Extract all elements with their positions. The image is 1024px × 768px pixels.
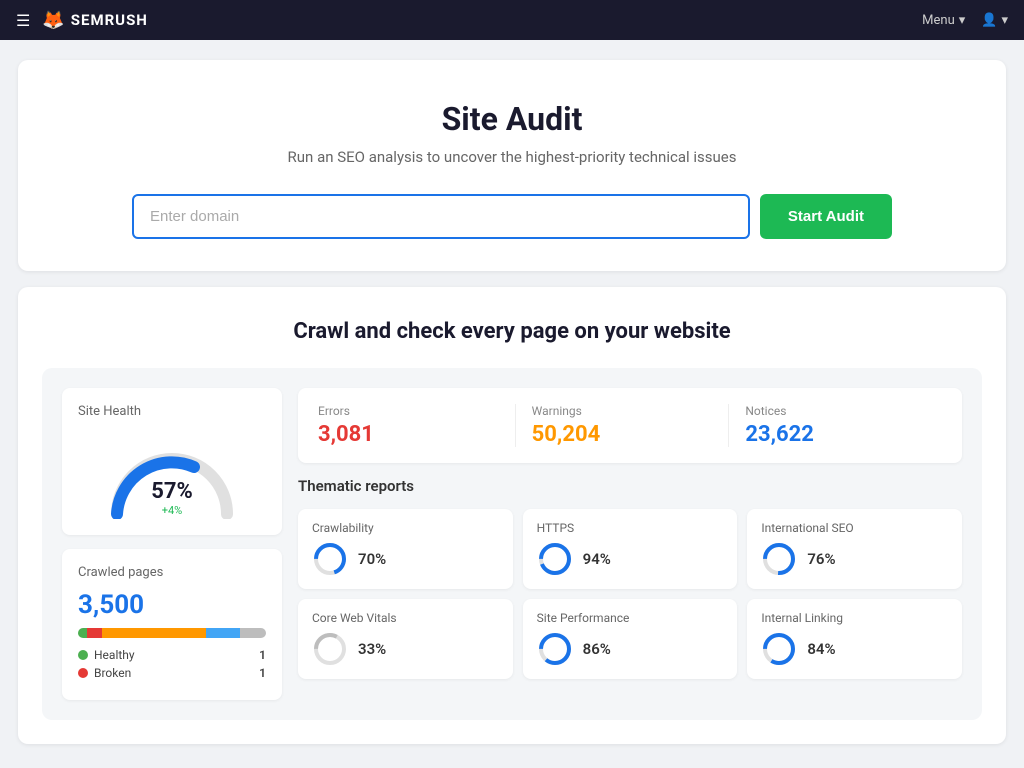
- report-percent: 94%: [583, 550, 611, 568]
- navbar-left: ☰ 🦊 SEMRUSH: [16, 10, 148, 31]
- right-column: Errors 3,081 Warnings 50,204 Notices 23,…: [298, 388, 962, 700]
- site-health-label: Site Health: [78, 404, 266, 419]
- gauge-change: +4%: [151, 504, 193, 517]
- legend-healthy-count: 1: [259, 648, 266, 662]
- report-bottom: 70%: [312, 541, 499, 577]
- report-percent: 70%: [358, 550, 386, 568]
- gauge-text: 57% +4%: [151, 479, 193, 517]
- pb-green: [78, 628, 87, 638]
- gauge-container: 57% +4%: [78, 429, 266, 519]
- report-bottom: 84%: [761, 631, 948, 667]
- crawled-card: Crawled pages 3,500 Healthy 1: [62, 549, 282, 700]
- hamburger-icon[interactable]: ☰: [16, 11, 30, 30]
- report-title: Internal Linking: [761, 611, 948, 625]
- legend-dot-broken: [78, 668, 88, 678]
- report-card: Crawlability 70%: [298, 509, 513, 589]
- report-card: Internal Linking 84%: [747, 599, 962, 679]
- progress-bar: [78, 628, 266, 638]
- user-menu-button[interactable]: 👤 ▾: [981, 13, 1008, 28]
- thematic-reports-label: Thematic reports: [298, 477, 962, 495]
- bottom-card: Crawl and check every page on your websi…: [18, 287, 1006, 744]
- notices-label: Notices: [745, 404, 926, 418]
- menu-button[interactable]: Menu ▾: [922, 13, 965, 28]
- navbar-right: Menu ▾ 👤 ▾: [922, 13, 1008, 28]
- logo-icon: 🦊: [42, 10, 64, 31]
- top-card: Site Audit Run an SEO analysis to uncove…: [18, 60, 1006, 271]
- errors-row: Errors 3,081 Warnings 50,204 Notices 23,…: [298, 388, 962, 463]
- user-icon: 👤: [981, 13, 997, 28]
- crawled-count: 3,500: [78, 590, 266, 620]
- reports-grid: Crawlability 70% HTTPS 94% International…: [298, 509, 962, 679]
- donut-chart: [761, 541, 797, 577]
- report-title: Crawlability: [312, 521, 499, 535]
- donut-chart: [312, 541, 348, 577]
- report-card: HTTPS 94%: [523, 509, 738, 589]
- report-title: Core Web Vitals: [312, 611, 499, 625]
- main-content: Site Audit Run an SEO analysis to uncove…: [0, 40, 1024, 764]
- report-card: Core Web Vitals 33%: [298, 599, 513, 679]
- legend-broken-label: Broken: [94, 666, 131, 680]
- report-title: HTTPS: [537, 521, 724, 535]
- pb-orange: [102, 628, 205, 638]
- page-subtitle: Run an SEO analysis to uncover the highe…: [42, 148, 982, 166]
- pb-gray: [240, 628, 266, 638]
- warnings-value: 50,204: [532, 422, 713, 447]
- report-percent: 33%: [358, 640, 386, 658]
- pb-red: [87, 628, 102, 638]
- start-audit-button[interactable]: Start Audit: [760, 194, 892, 239]
- logo: 🦊 SEMRUSH: [42, 10, 148, 31]
- legend-dot-healthy: [78, 650, 88, 660]
- legend-healthy-label: Healthy: [94, 648, 135, 662]
- user-chevron-icon: ▾: [1001, 13, 1008, 28]
- report-card: International SEO 76%: [747, 509, 962, 589]
- donut-chart: [761, 631, 797, 667]
- notices-value: 23,622: [745, 422, 926, 447]
- legend-broken: Broken 1: [78, 666, 266, 680]
- pb-blue: [206, 628, 240, 638]
- donut-chart: [537, 541, 573, 577]
- errors-value: 3,081: [318, 422, 499, 447]
- report-bottom: 86%: [537, 631, 724, 667]
- errors-block: Errors 3,081: [318, 404, 515, 447]
- report-bottom: 76%: [761, 541, 948, 577]
- report-percent: 76%: [807, 550, 835, 568]
- section-title: Crawl and check every page on your websi…: [42, 319, 982, 344]
- audit-demo: Site Health 57% +4%: [42, 368, 982, 720]
- report-title: Site Performance: [537, 611, 724, 625]
- logo-text: SEMRUSH: [71, 11, 148, 29]
- domain-input[interactable]: [132, 194, 750, 239]
- warnings-label: Warnings: [532, 404, 713, 418]
- errors-label: Errors: [318, 404, 499, 418]
- report-bottom: 33%: [312, 631, 499, 667]
- report-title: International SEO: [761, 521, 948, 535]
- warnings-block: Warnings 50,204: [515, 404, 729, 447]
- navbar: ☰ 🦊 SEMRUSH Menu ▾ 👤 ▾: [0, 0, 1024, 40]
- chevron-down-icon: ▾: [959, 13, 966, 28]
- report-bottom: 94%: [537, 541, 724, 577]
- legend-broken-count: 1: [259, 666, 266, 680]
- report-percent: 84%: [807, 640, 835, 658]
- left-column: Site Health 57% +4%: [62, 388, 282, 700]
- search-row: Start Audit: [132, 194, 892, 239]
- gauge-percent: 57%: [151, 479, 193, 504]
- notices-block: Notices 23,622: [728, 404, 942, 447]
- report-card: Site Performance 86%: [523, 599, 738, 679]
- crawled-label: Crawled pages: [78, 565, 266, 580]
- report-percent: 86%: [583, 640, 611, 658]
- donut-chart: [537, 631, 573, 667]
- donut-chart: [312, 631, 348, 667]
- legend-healthy: Healthy 1: [78, 648, 266, 662]
- site-health-card: Site Health 57% +4%: [62, 388, 282, 535]
- page-title: Site Audit: [42, 100, 982, 138]
